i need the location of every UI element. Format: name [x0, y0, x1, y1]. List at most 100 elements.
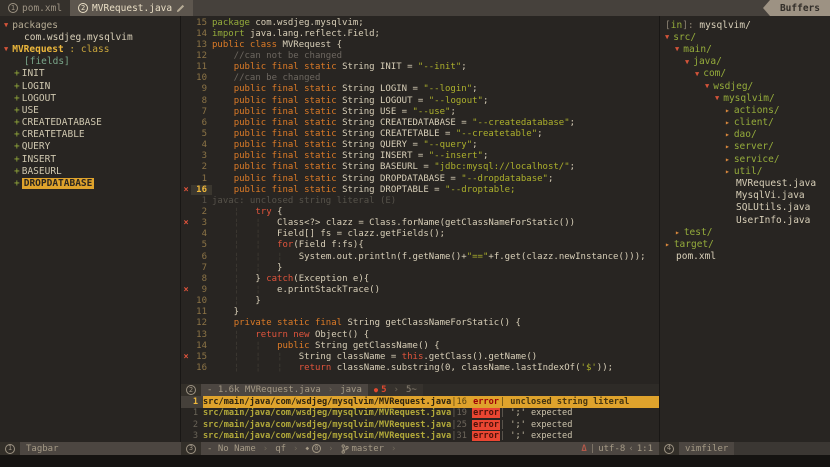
code-token: public final static [233, 62, 343, 73]
tab-pom-xml[interactable]: 1 pom.xml [0, 0, 71, 16]
tree-item[interactable]: ▸ service/ [660, 153, 830, 165]
code-line[interactable]: 13 ¦ return new Object() { [181, 329, 659, 340]
tagbar-text: : class [63, 43, 110, 55]
diagnostic-virtual-line[interactable]: 1 javac: unclosed string literal (E) [181, 195, 659, 206]
tagbar-item[interactable]: + DROPDATABASE [0, 177, 180, 190]
tab-mvrequest-java[interactable]: 2 MVRequest.java [70, 0, 194, 16]
tree-item[interactable]: MysqlVi.java [660, 190, 830, 202]
tab-number-badge: 1 [8, 3, 18, 13]
code-line[interactable]: 12 //can not be changed [181, 50, 659, 61]
statusline-fill [65, 442, 181, 455]
tagbar-item[interactable]: + INIT [0, 68, 180, 80]
code-line[interactable]: 4 public final static String QUERY = "--… [181, 140, 659, 151]
tree-item[interactable]: ▸ target/ [660, 238, 830, 250]
tagbar-item[interactable]: ▼ packages [0, 19, 180, 31]
error-count-segment[interactable]: ● 5 [367, 384, 393, 396]
code-line[interactable]: 12 private static final String getClassN… [181, 318, 659, 329]
code-line[interactable]: 16 ¦ ¦ ¦ return className.substring(0, c… [181, 362, 659, 373]
quickfix-row[interactable]: 1 src/main/java/com/wsdjeg/mysqlvim/MVReq… [181, 396, 659, 408]
code-token: package [212, 17, 256, 28]
code-line[interactable]: 5 ¦ ¦ for(Field f:fs){ [181, 240, 659, 251]
code-line[interactable]: 7 ¦ ¦ } [181, 262, 659, 273]
code-line[interactable]: × 15 ¦ ¦ ¦ String className = this.getCla… [181, 351, 659, 362]
tagbar-item[interactable]: + LOGOUT [0, 92, 180, 104]
quickfix-row[interactable]: 3 src/main/java/com/wsdjeg/mysqlvim/MVReq… [181, 431, 659, 443]
quickfix-row[interactable]: 1 src/main/java/com/wsdjeg/mysqlvim/MVReq… [181, 408, 659, 420]
code-line[interactable]: 4 ¦ ¦ Field[] fs = clazz.getFields(); [181, 229, 659, 240]
code-line[interactable]: 13 public class MVRequest { [181, 39, 659, 50]
code-line[interactable]: 8 public final static String LOGOUT = "-… [181, 95, 659, 106]
tree-item[interactable]: ▸ actions/ [660, 104, 830, 116]
git-branch-segment[interactable]: master [335, 442, 391, 455]
code-text: } [212, 307, 239, 317]
tree-item[interactable]: ▸ server/ [660, 141, 830, 153]
code-text: ¦ ¦ Field[] fs = clazz.getFields(); [212, 229, 445, 239]
tree-item[interactable]: ▸ client/ [660, 117, 830, 129]
quickfix-entry: src/main/java/com/wsdjeg/mysqlvim/MVRequ… [203, 431, 659, 443]
tree-item[interactable]: SQLUtils.java [660, 202, 830, 214]
tree-item[interactable]: ▸ util/ [660, 165, 830, 177]
tree-item[interactable]: ▸ test/ [660, 226, 830, 238]
window-number-badge: 1 [5, 443, 15, 454]
code-line[interactable]: 10 ¦ } [181, 296, 659, 307]
tree-item[interactable]: ▸ dao/ [660, 129, 830, 141]
code-text: public final static String DROPDATABASE … [212, 174, 554, 184]
quickfix-row[interactable]: 2 src/main/java/com/wsdjeg/mysqlvim/MVReq… [181, 419, 659, 431]
tree-item[interactable]: ▼ main/ [660, 43, 830, 55]
tree-item[interactable]: MVRequest.java [660, 177, 830, 189]
tree-item[interactable]: ▼ java/ [660, 56, 830, 68]
tree-item[interactable]: UserInfo.java [660, 214, 830, 226]
code-line[interactable]: 14 import java.lang.reflect.Field; [181, 28, 659, 39]
line-number: 10 [196, 296, 207, 307]
code-token: public final static [233, 151, 343, 162]
directory-name: client/ [733, 117, 774, 129]
tree-item[interactable]: ▼ com/ [660, 68, 830, 80]
tagbar-item[interactable]: com.wsdjeg.mysqlvim [0, 31, 180, 43]
tagbar-item[interactable]: + USE [0, 104, 180, 116]
line-number: 5 [201, 240, 207, 251]
quickfix-entry: src/main/java/com/wsdjeg/mysqlvim/MVRequ… [203, 396, 659, 408]
code-line[interactable]: 11 } [181, 307, 659, 318]
code-line[interactable]: 5 public final static String CREATETABLE… [181, 128, 659, 139]
tagbar-item[interactable]: + LOGIN [0, 80, 180, 92]
code-line[interactable]: × 3 ¦ ¦ Class<?> clazz = Class.forName(ge… [181, 218, 659, 229]
tagbar-item[interactable]: + CREATEDATABASE [0, 117, 180, 129]
code-line[interactable]: × 9 ¦ ¦ e.printStackTrace() [181, 284, 659, 295]
tagbar-item[interactable]: [fields] [0, 56, 180, 68]
code-line[interactable]: 6 ¦ ¦ ¦ System.out.println(f.getName()+"… [181, 251, 659, 262]
code-text: public final static String BASEURL = "jd… [212, 162, 575, 172]
vimfiler-status-label: vimfiler [679, 442, 734, 455]
tree-item[interactable]: ▼ mysqlvim/ [660, 92, 830, 104]
code-line[interactable]: 6 public final static String CREATEDATAB… [181, 117, 659, 128]
code-line[interactable]: 1 public final static String DROPDATABAS… [181, 173, 659, 184]
code-line[interactable]: 2 public final static String BASEURL = "… [181, 162, 659, 173]
code-line[interactable]: 8 ¦ } catch(Exception e){ [181, 273, 659, 284]
window-number-chip: 1 [0, 442, 20, 455]
tagbar-item[interactable]: + CREATETABLE [0, 129, 180, 141]
code-line[interactable]: 11 public final static String INIT = "--… [181, 62, 659, 73]
fold-closed-icon: ▸ [725, 166, 730, 176]
buffer-statusline: 2 - 1.6k MVRequest.java › java ● 5 › 5~ [181, 384, 659, 396]
code-line[interactable]: 7 public final static String USE = "--us… [181, 106, 659, 117]
code-text: ¦ ¦ e.printStackTrace() [212, 285, 380, 295]
tagbar-item[interactable]: + INSERT [0, 153, 180, 165]
tagbar-item[interactable]: + QUERY [0, 141, 180, 153]
tagbar-item[interactable]: + BASEURL [0, 165, 180, 177]
tree-item[interactable]: ▼ wsdjeg/ [660, 80, 830, 92]
code-line[interactable]: 2 ¦ try { [181, 206, 659, 217]
tree-item[interactable]: pom.xml [660, 251, 830, 263]
command-line[interactable] [0, 455, 830, 467]
code-line[interactable]: 9 public final static String LOGIN = "--… [181, 84, 659, 95]
code-line[interactable]: 14 ¦ ¦ public String getClassName() { [181, 340, 659, 351]
tree-item[interactable]: ▼ src/ [660, 31, 830, 43]
quickfix-error-tag: error [472, 408, 500, 419]
segment-separator-icon: › [293, 443, 299, 454]
line-number: 14 [196, 28, 207, 39]
code-line[interactable]: 3 public final static String INSERT = "-… [181, 151, 659, 162]
code-line[interactable]: × 16 public final static String DROPTABLE… [181, 184, 659, 195]
code-line[interactable]: 10 //can be changed [181, 73, 659, 84]
code-line[interactable]: 15 package com.wsdjeg.mysqlvim; [181, 17, 659, 28]
tagbar-item[interactable]: ▼ MVRequest : class [0, 43, 180, 55]
